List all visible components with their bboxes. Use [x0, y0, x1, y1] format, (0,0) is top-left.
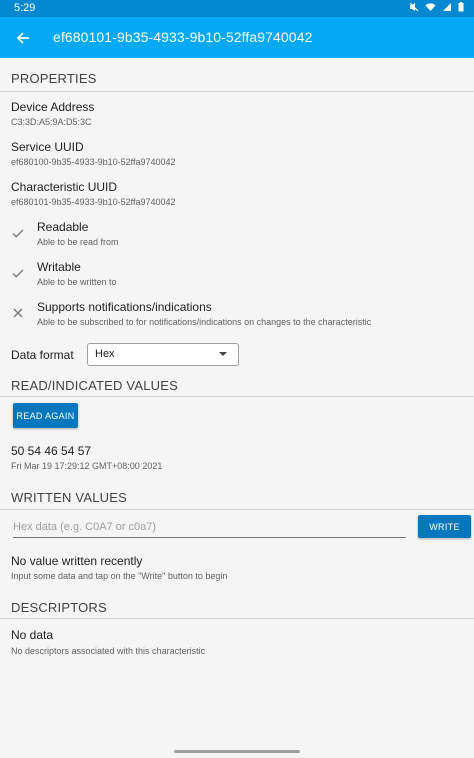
close-icon	[13, 308, 23, 318]
signal-icon	[443, 3, 451, 11]
wifi-icon	[425, 3, 436, 11]
descriptors-empty-subtitle: No descriptors associated with this char…	[11, 646, 206, 656]
read-again-label: READ AGAIN	[16, 410, 75, 421]
status-icons	[409, 2, 464, 12]
read-values-header: READ/INDICATED VALUES	[11, 378, 178, 393]
readable-title: Readable	[37, 220, 89, 234]
written-empty-title: No value written recently	[11, 554, 143, 568]
writable-subtitle: Able to be written to	[37, 277, 117, 287]
write-label: WRITE	[429, 521, 460, 532]
device-address-value: C3:3D:A5:9A:D5:3C	[11, 117, 92, 127]
device-address-label: Device Address	[11, 100, 95, 114]
read-timestamp: Fri Mar 19 17:29:12 GMT+08:00 2021	[11, 461, 163, 471]
data-format-dropdown[interactable]: Hex	[87, 343, 239, 366]
app-bar: ef680101-9b35-4933-9b10-52ffa9740042	[0, 17, 474, 58]
written-values-header: WRITTEN VALUES	[11, 490, 127, 505]
properties-header: PROPERTIES	[11, 71, 97, 86]
descriptors-header: DESCRIPTORS	[11, 600, 107, 615]
arrow-back-icon	[16, 32, 29, 44]
page-title: ef680101-9b35-4933-9b10-52ffa9740042	[53, 29, 313, 45]
written-empty-subtitle: Input some data and tap on the "Write" b…	[11, 571, 228, 581]
divider	[0, 509, 474, 510]
notifications-subtitle: Able to be subscribed to for notificatio…	[37, 317, 372, 327]
status-time: 5:29	[14, 2, 36, 14]
back-button[interactable]	[10, 25, 36, 51]
read-again-button[interactable]: READ AGAIN	[13, 403, 78, 428]
mute-icon	[409, 2, 419, 12]
descriptors-empty-title: No data	[11, 628, 54, 642]
characteristic-uuid-label: Characteristic UUID	[11, 180, 118, 194]
data-format-selected: Hex	[95, 348, 115, 360]
service-uuid-value: ef680100-9b35-4933-9b10-52ffa9740042	[11, 157, 176, 167]
battery-icon	[458, 2, 464, 12]
hex-data-input[interactable]	[13, 517, 406, 538]
write-button[interactable]: WRITE	[418, 515, 471, 538]
divider	[0, 91, 474, 92]
characteristic-uuid-value: ef680101-9b35-4933-9b10-52ffa9740042	[11, 197, 176, 207]
read-value: 50 54 46 54 57	[11, 444, 92, 458]
readable-subtitle: Able to be read from	[37, 237, 119, 247]
data-format-label: Data format	[11, 348, 74, 362]
check-icon	[12, 229, 24, 238]
check-icon	[12, 269, 24, 278]
divider	[0, 396, 474, 397]
writable-title: Writable	[37, 260, 81, 274]
service-uuid-label: Service UUID	[11, 140, 84, 154]
home-indicator[interactable]	[174, 750, 300, 753]
status-bar: 5:29	[0, 0, 474, 17]
divider	[0, 618, 474, 619]
notifications-title: Supports notifications/indications	[37, 300, 212, 314]
dropdown-arrow-icon	[219, 352, 227, 356]
